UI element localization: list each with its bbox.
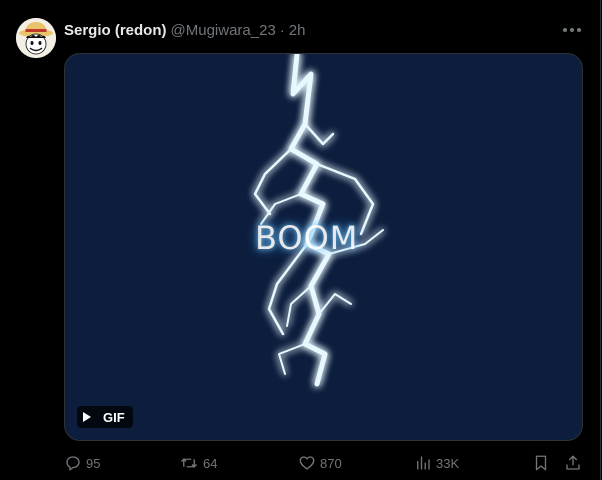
user-handle[interactable]: @Mugiwara_23 [171,22,276,39]
play-button[interactable] [77,406,97,428]
bookmark-button[interactable] [532,452,550,474]
share-button[interactable] [564,452,582,474]
gif-boom-text: BOOM [255,219,359,257]
gif-badge[interactable]: GIF [77,406,133,428]
heart-icon [299,456,315,470]
display-name[interactable]: Sergio (redon) [64,22,167,39]
views-button[interactable]: 33K [414,452,459,474]
share-icon [566,455,580,470]
action-bar: 95 64 870 33K [64,452,584,474]
like-count: 870 [320,455,342,471]
gif-label: GIF [103,409,125,425]
timestamp[interactable]: 2h [289,22,306,39]
bookmark-icon [535,455,547,471]
reply-icon [66,456,80,471]
reply-count: 95 [86,455,101,471]
play-icon [83,412,91,422]
like-button[interactable]: 870 [298,452,342,474]
views-chart-icon [417,456,430,470]
repost-button[interactable]: 64 [179,452,217,474]
tweet-container[interactable]: Sergio (redon) @Mugiwara_23 · 2h BOOM GI… [0,0,601,480]
separator-dot: · [279,21,285,39]
gif-media[interactable]: BOOM GIF [64,53,583,441]
reply-button[interactable]: 95 [64,452,100,474]
more-options-button[interactable] [561,20,583,40]
repost-count: 64 [203,455,218,471]
straw-hat-avatar-icon [16,18,56,58]
more-horizontal-icon [563,28,581,32]
repost-icon [181,458,197,468]
avatar[interactable] [16,18,56,58]
tweet-header: Sergio (redon) @Mugiwara_23 · 2h [64,20,305,40]
views-count: 33K [436,455,460,471]
